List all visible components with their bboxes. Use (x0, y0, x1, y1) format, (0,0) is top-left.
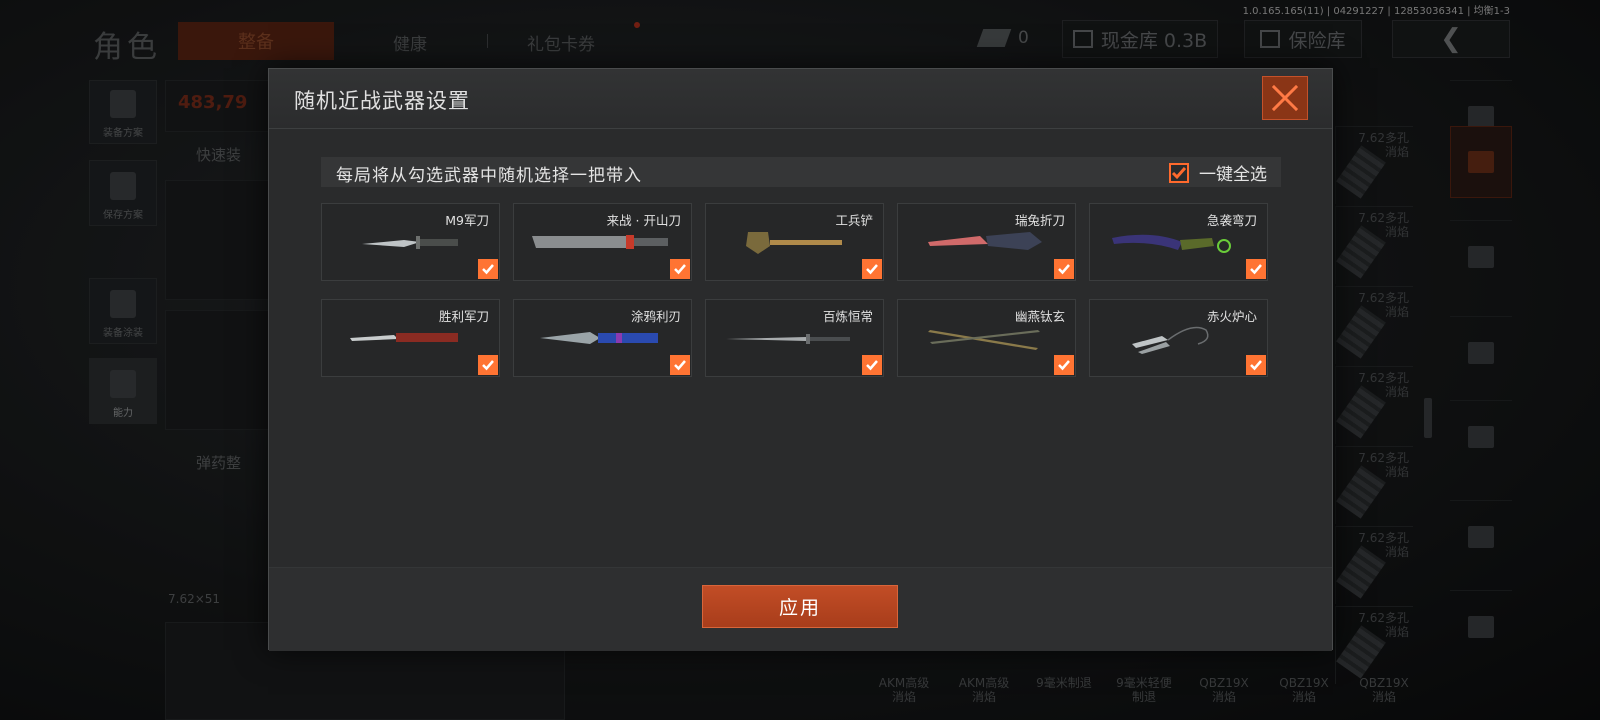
weapon-card-graffiti-blade[interactable]: 涂鸦利刃 (513, 299, 692, 377)
weapon-card-machete[interactable]: 来战 · 开山刀 (513, 203, 692, 281)
weapon-card-raid-karambit[interactable]: 急袭弯刀 (1089, 203, 1268, 281)
dialog-header: 随机近战武器设置 (269, 69, 1332, 129)
check-icon (1171, 166, 1187, 179)
weapon-checkbox[interactable] (670, 259, 690, 279)
weapon-checkbox[interactable] (862, 259, 882, 279)
weapon-card-m9[interactable]: M9军刀 (321, 203, 500, 281)
check-icon (1250, 264, 1262, 275)
weapon-checkbox[interactable] (862, 355, 882, 375)
red-fire-heart-image (1132, 326, 1209, 354)
rabbit-folder-knife-image (928, 232, 1042, 250)
weapon-checkbox[interactable] (478, 259, 498, 279)
weapon-card-youyan-titanium[interactable]: 幽燕钛玄 (897, 299, 1076, 377)
weapon-grid: M9军刀 来战 · 开山刀 工兵铲 瑞兔折刀 急袭弯刀 胜利军刀 涂鸦利刃 百炼… (321, 203, 1283, 381)
check-icon (674, 264, 686, 275)
select-all-checkbox[interactable] (1169, 162, 1189, 183)
apply-button[interactable]: 应用 (702, 585, 898, 628)
weapon-checkbox[interactable] (1054, 355, 1074, 375)
m9-knife-image (362, 236, 458, 249)
select-all-label: 一键全选 (1199, 165, 1267, 185)
weapon-card-victory[interactable]: 胜利军刀 (321, 299, 500, 377)
random-melee-settings-dialog: 随机近战武器设置 每局将从勾选武器中随机选择一把带入 一键全选 M9军刀 来战 … (268, 68, 1333, 651)
check-icon (1250, 360, 1262, 371)
game-screen: 角色 整备 健康 礼包卡券 0 现金库 0.3B 保险库 ❮ 1.0.165.1… (0, 0, 1600, 720)
weapon-checkbox[interactable] (1246, 259, 1266, 279)
check-icon (866, 360, 878, 371)
raid-karambit-image (1112, 234, 1231, 253)
victory-knife-image (350, 333, 458, 342)
check-icon (482, 264, 494, 275)
weapon-checkbox[interactable] (478, 355, 498, 375)
weapon-card-shovel[interactable]: 工兵铲 (705, 203, 884, 281)
info-bar: 每局将从勾选武器中随机选择一把带入 一键全选 (321, 157, 1281, 187)
weapon-checkbox[interactable] (1054, 259, 1074, 279)
tempered-sword-image (726, 334, 850, 344)
check-icon (866, 264, 878, 275)
dialog-title: 随机近战武器设置 (294, 89, 470, 113)
check-icon (674, 360, 686, 371)
close-button[interactable] (1262, 76, 1308, 120)
weapon-card-red-fire-heart[interactable]: 赤火炉心 (1089, 299, 1268, 377)
weapon-checkbox[interactable] (1246, 355, 1266, 375)
close-x-icon (1271, 84, 1299, 112)
check-icon (1058, 360, 1070, 371)
info-text: 每局将从勾选武器中随机选择一把带入 (336, 166, 642, 186)
graffiti-blade-image (540, 332, 658, 344)
weapon-card-tempered-sword[interactable]: 百炼恒常 (705, 299, 884, 377)
weapon-checkbox[interactable] (670, 355, 690, 375)
shovel-image (746, 232, 842, 254)
dialog-footer: 应用 (269, 567, 1332, 651)
youyan-titanium-image (928, 330, 1040, 350)
check-icon (482, 360, 494, 371)
machete-image (532, 235, 668, 249)
select-all-toggle[interactable]: 一键全选 (1169, 160, 1267, 185)
weapon-card-rabbit-folder[interactable]: 瑞兔折刀 (897, 203, 1076, 281)
check-icon (1058, 264, 1070, 275)
